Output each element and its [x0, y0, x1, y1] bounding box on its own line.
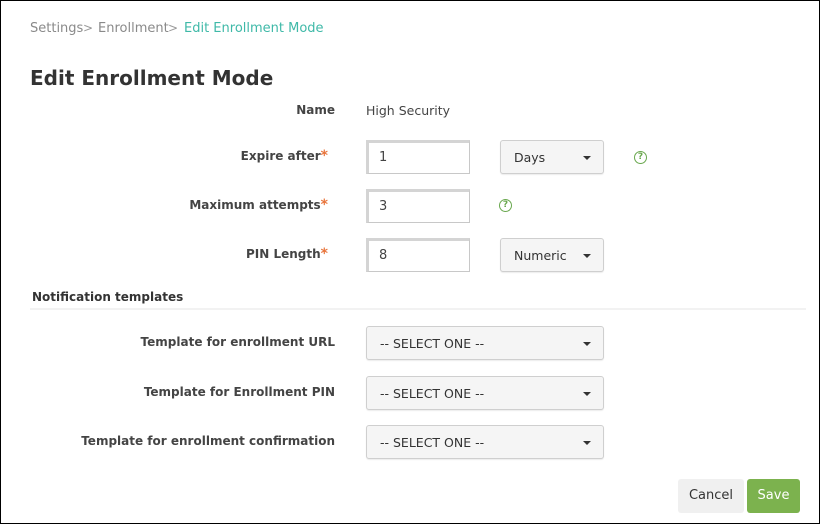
name-value: High Security — [366, 103, 451, 118]
page-title: Edit Enrollment Mode — [30, 66, 274, 90]
required-mark: * — [320, 197, 328, 213]
required-mark: * — [320, 148, 328, 164]
expire-after-text: Expire after — [240, 149, 321, 163]
expire-unit-value: Days — [514, 150, 546, 165]
required-mark: * — [320, 246, 328, 262]
template-confirmation-select[interactable]: -- SELECT ONE -- — [366, 425, 604, 459]
max-attempts-label: Maximum attempts* — [189, 197, 328, 213]
help-icon[interactable]: ? — [634, 151, 647, 164]
pin-length-input[interactable]: 8 — [366, 238, 470, 272]
notification-templates-header: Notification templates — [32, 290, 184, 304]
template-url-label: Template for enrollment URL — [140, 335, 335, 349]
template-pin-value: -- SELECT ONE -- — [380, 386, 485, 401]
template-pin-label: Template for Enrollment PIN — [143, 385, 335, 399]
chevron-down-icon — [583, 342, 591, 346]
max-attempts-input[interactable]: 3 — [366, 189, 470, 223]
save-button[interactable]: Save — [747, 479, 800, 513]
breadcrumb-separator: > — [168, 21, 179, 35]
chevron-down-icon — [583, 392, 591, 396]
cancel-button[interactable]: Cancel — [678, 479, 744, 513]
chevron-down-icon — [583, 156, 591, 160]
help-icon[interactable]: ? — [499, 199, 512, 212]
breadcrumb-current: Edit Enrollment Mode — [184, 21, 324, 36]
template-confirmation-value: -- SELECT ONE -- — [380, 435, 485, 450]
max-attempts-text: Maximum attempts — [189, 198, 321, 212]
chevron-down-icon — [583, 254, 591, 258]
section-divider — [30, 308, 806, 310]
pin-length-label: PIN Length* — [246, 246, 328, 262]
expire-after-label: Expire after* — [241, 148, 328, 164]
pin-type-value: Numeric — [514, 248, 567, 263]
expire-unit-select[interactable]: Days — [500, 140, 604, 174]
template-url-select[interactable]: -- SELECT ONE -- — [366, 326, 604, 360]
pin-type-select[interactable]: Numeric — [500, 238, 604, 272]
template-url-value: -- SELECT ONE -- — [380, 336, 485, 351]
breadcrumb-enrollment[interactable]: Enrollment — [98, 21, 169, 36]
name-label: Name — [296, 103, 335, 117]
chevron-down-icon — [583, 441, 591, 445]
breadcrumb-separator: > — [83, 21, 94, 35]
expire-after-input[interactable]: 1 — [366, 140, 470, 174]
template-confirmation-label: Template for enrollment confirmation — [81, 434, 335, 448]
pin-length-text: PIN Length — [245, 247, 321, 261]
breadcrumb-settings[interactable]: Settings — [30, 21, 83, 36]
template-pin-select[interactable]: -- SELECT ONE -- — [366, 376, 604, 410]
